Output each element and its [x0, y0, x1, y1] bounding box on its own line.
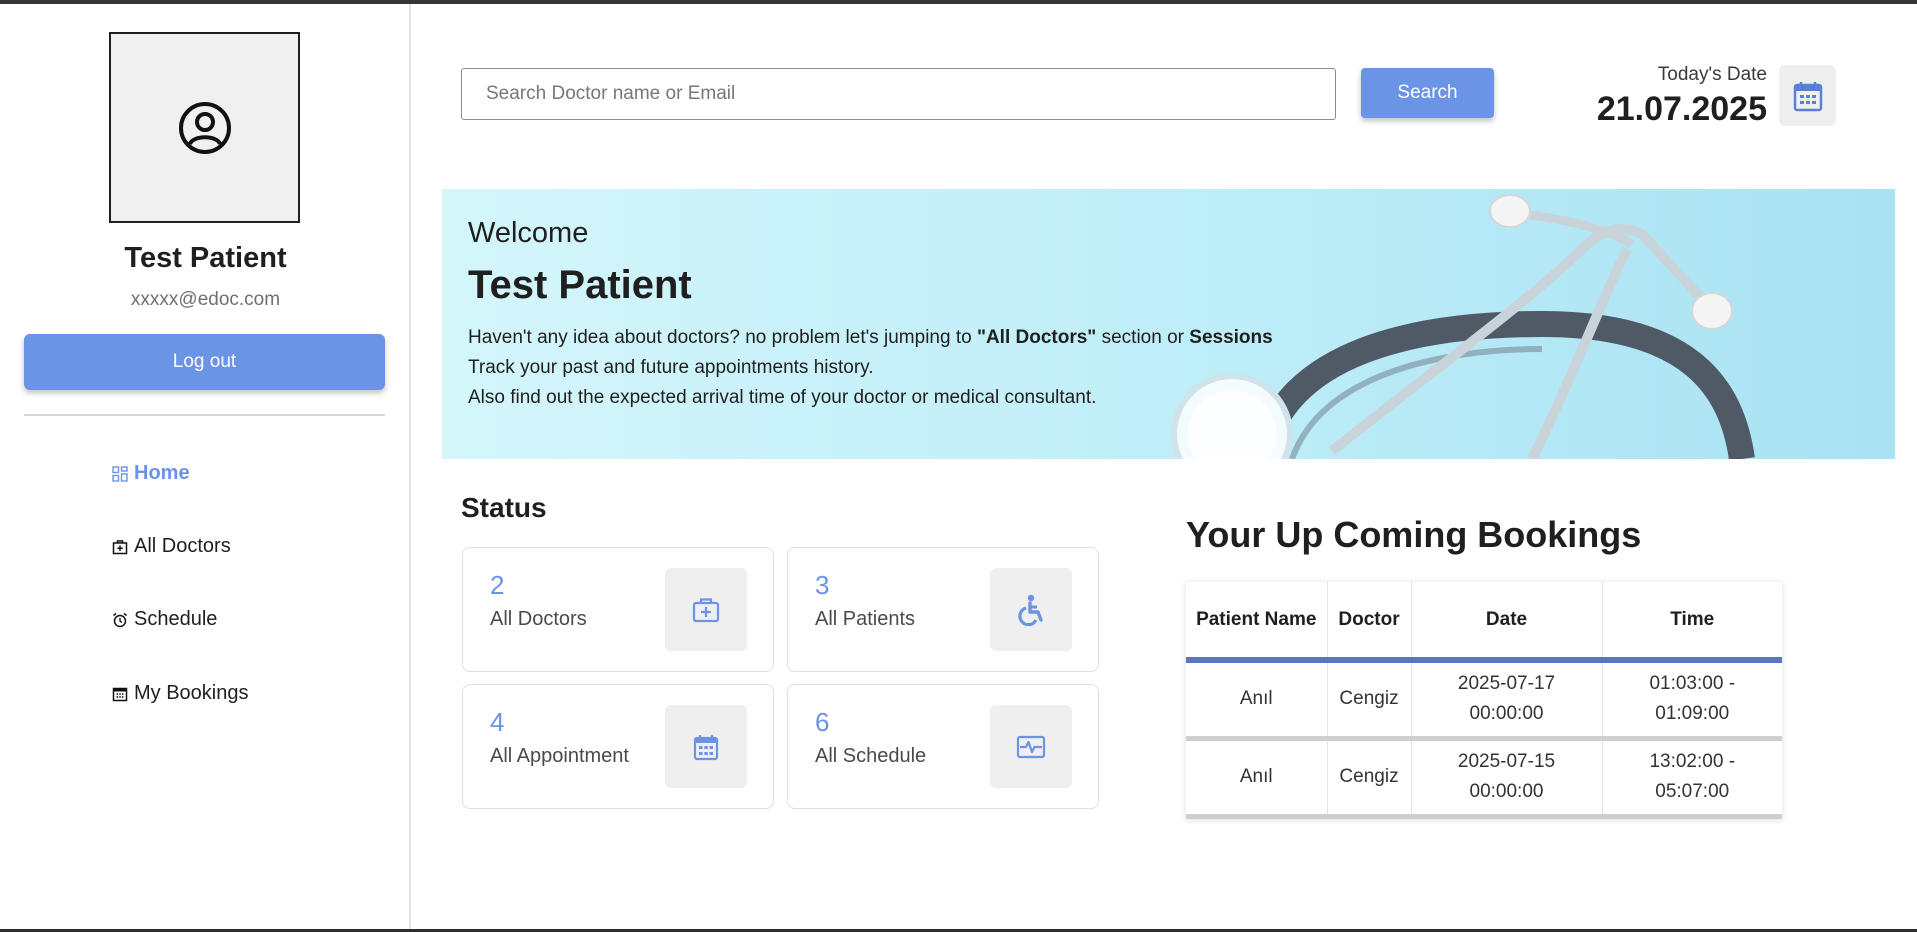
- stat-icon-box: [665, 705, 747, 788]
- calendar-icon: [112, 687, 128, 701]
- sidebar-item-label: My Bookings: [134, 682, 249, 704]
- cell-patient: Anıl: [1186, 660, 1328, 741]
- stat-value: 2: [490, 570, 505, 600]
- stat-label: All Doctors: [490, 608, 587, 630]
- alarm-clock-icon: [113, 612, 127, 627]
- status-title: Status: [461, 492, 547, 523]
- banner-line-1: Haven't any idea about doctors? no probl…: [468, 327, 1273, 349]
- banner-line-1-text: Haven't any idea about doctors? no probl…: [468, 327, 977, 348]
- dashboard-icon: [112, 465, 128, 482]
- sidebar-item-label: All Doctors: [134, 535, 231, 557]
- stat-icon-box: [990, 705, 1072, 788]
- banner-line-1-mid: section or: [1096, 327, 1190, 348]
- stat-label: All Schedule: [815, 745, 927, 767]
- table-row: Anıl Cengiz 2025-07-15 00:00:00 13:02:00…: [1186, 738, 1782, 819]
- user-circle-icon: [178, 101, 231, 154]
- avatar: [109, 32, 300, 223]
- column-header-doctor: Doctor: [1327, 582, 1412, 663]
- banner-line-3: Also find out the expected arrival time …: [468, 387, 1097, 408]
- sidebar: Test Patient xxxxx@edoc.com Log out Home…: [0, 4, 411, 932]
- search-button[interactable]: Search: [1361, 68, 1494, 118]
- bookings-title: Your Up Coming Bookings: [1186, 514, 1642, 555]
- table-header-row: Patient Name Doctor Date Time: [1186, 582, 1782, 663]
- stat-card-doctors: 2 All Doctors: [462, 547, 774, 672]
- banner-sessions-text: Sessions: [1189, 327, 1273, 348]
- stat-value: 4: [490, 707, 505, 737]
- profile-email: xxxxx@edoc.com: [130, 289, 281, 310]
- date-label: Today's Date: [1657, 64, 1767, 85]
- calendar-icon: [693, 734, 719, 760]
- profile-name: Test Patient: [124, 242, 287, 274]
- cell-doctor: Cengiz: [1327, 738, 1412, 819]
- banner-all-doctors-text: "All Doctors": [976, 327, 1097, 348]
- sidebar-divider: [24, 414, 385, 416]
- welcome-banner: Welcome Test Patient Haven't any idea ab…: [442, 189, 1895, 459]
- cell-patient: Anıl: [1186, 738, 1328, 819]
- cell-doctor: Cengiz: [1327, 660, 1412, 741]
- table-row: Anıl Cengiz 2025-07-17 00:00:00 01:03:00…: [1186, 660, 1782, 741]
- date-value: 21.07.2025: [1596, 90, 1767, 128]
- stat-icon-box: [665, 568, 747, 651]
- cell-time: 01:03:00 - 01:09:00: [1602, 660, 1782, 741]
- banner-welcome: Welcome: [468, 217, 589, 249]
- cell-date: 2025-07-15 00:00:00: [1411, 738, 1603, 819]
- column-header-time: Time: [1602, 582, 1782, 663]
- stat-card-patients: 3 All Patients: [787, 547, 1099, 672]
- sidebar-item-label: Schedule: [134, 608, 218, 630]
- logout-button[interactable]: Log out: [24, 334, 385, 390]
- sidebar-item-home[interactable]: Home: [112, 462, 190, 485]
- search-input[interactable]: [461, 68, 1336, 120]
- sidebar-item-my-bookings[interactable]: My Bookings: [112, 682, 249, 705]
- sidebar-item-label: Home: [134, 462, 190, 484]
- banner-patient-name: Test Patient: [468, 263, 692, 307]
- cell-time: 13:02:00 - 05:07:00: [1602, 738, 1782, 819]
- date-icon-box: [1779, 65, 1836, 126]
- stat-label: All Patients: [815, 608, 916, 630]
- wheelchair-icon: [1018, 594, 1043, 626]
- column-header-patient: Patient Name: [1186, 582, 1328, 663]
- sidebar-item-all-doctors[interactable]: All Doctors: [112, 535, 231, 558]
- stat-card-schedule: 6 All Schedule: [787, 684, 1099, 809]
- stat-value: 6: [815, 707, 830, 737]
- stat-label: All Appointment: [490, 745, 629, 767]
- banner-line-2: Track your past and future appointments …: [468, 357, 874, 378]
- medical-bag-icon: [692, 597, 720, 622]
- sidebar-item-schedule[interactable]: Schedule: [112, 608, 217, 631]
- stat-card-appointments: 4 All Appointment: [462, 684, 774, 809]
- stat-value: 3: [815, 570, 830, 600]
- stethoscope-image: [1171, 194, 1755, 459]
- cell-date: 2025-07-17 00:00:00: [1411, 660, 1603, 741]
- column-header-date: Date: [1411, 582, 1603, 663]
- stat-icon-box: [990, 568, 1072, 651]
- bookings-table: Patient Name Doctor Date Time Anıl Cengi…: [1186, 582, 1782, 819]
- doctor-bag-icon: [112, 539, 128, 554]
- heartbeat-icon: [1016, 735, 1046, 758]
- calendar-icon: [1793, 81, 1822, 111]
